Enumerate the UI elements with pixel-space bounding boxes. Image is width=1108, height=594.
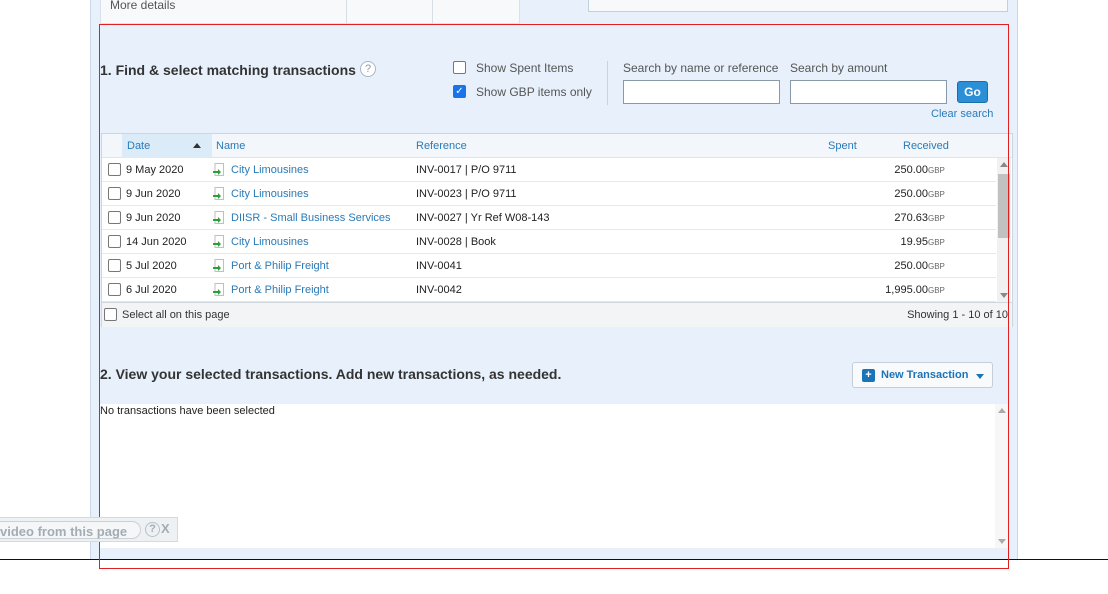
scroll-up-icon[interactable] — [1000, 162, 1008, 167]
row-checkbox[interactable] — [108, 187, 121, 200]
row-currency: GBP — [928, 286, 945, 295]
row-currency: GBP — [928, 190, 945, 199]
selected-scrollbar[interactable] — [995, 404, 1009, 548]
page: More details 1. Find & select matching t… — [0, 0, 1108, 594]
row-name-link[interactable]: City Limousines — [231, 164, 309, 176]
table-row[interactable]: 6 Jul 2020 Port & Philip Freight INV-004… — [102, 278, 996, 302]
row-date: 5 Jul 2020 — [126, 260, 177, 272]
document-arrow-icon — [213, 187, 224, 200]
search-amount-input[interactable] — [790, 80, 947, 104]
chevron-down-icon — [976, 374, 984, 379]
select-all-checkbox[interactable] — [104, 308, 117, 321]
grid-footer: Select all on this page Showing 1 - 10 o… — [102, 302, 1012, 327]
row-currency: GBP — [928, 166, 945, 175]
top-right-box — [588, 0, 1008, 12]
show-spent-label: Show Spent Items — [476, 61, 574, 75]
document-arrow-icon — [213, 283, 224, 296]
video-button-label: video from this page — [0, 524, 128, 539]
row-currency: GBP — [928, 238, 945, 247]
row-date: 6 Jul 2020 — [126, 284, 177, 296]
row-received: 1,995.00 — [885, 284, 928, 296]
row-reference: INV-0023 | P/O 9711 — [416, 188, 517, 200]
spent-column-header[interactable]: Spent — [828, 140, 857, 152]
row-reference: INV-0042 — [416, 284, 462, 296]
help-icon[interactable]: ? — [360, 61, 376, 77]
row-name-link[interactable]: DIISR - Small Business Services — [231, 212, 391, 224]
row-currency: GBP — [928, 214, 945, 223]
row-name-link[interactable]: Port & Philip Freight — [231, 260, 329, 272]
reference-column-header[interactable]: Reference — [416, 140, 467, 152]
empty-selection-text: No transactions have been selected — [100, 405, 275, 417]
video-button[interactable]: video from this page — [0, 521, 141, 539]
find-section-title: 1. Find & select matching transactions — [100, 62, 356, 78]
row-received: 19.95 — [900, 236, 928, 248]
row-reference: INV-0027 | Yr Ref W08-143 — [416, 212, 550, 224]
search-name-input[interactable] — [623, 80, 780, 104]
row-checkbox[interactable] — [108, 163, 121, 176]
show-gbp-label: Show GBP items only — [476, 85, 592, 99]
clear-search-link[interactable]: Clear search — [931, 108, 993, 120]
row-name-link[interactable]: Port & Philip Freight — [231, 284, 329, 296]
row-reference: INV-0041 — [416, 260, 462, 272]
document-arrow-icon — [213, 163, 224, 176]
row-date: 9 Jun 2020 — [126, 188, 181, 200]
column-divider — [432, 0, 433, 24]
scroll-up-icon[interactable] — [998, 408, 1006, 413]
sort-ascending-icon — [193, 143, 201, 148]
row-date: 14 Jun 2020 — [126, 236, 187, 248]
row-reference: INV-0017 | P/O 9711 — [416, 164, 517, 176]
column-divider — [346, 0, 347, 24]
document-arrow-icon — [213, 211, 224, 224]
grid-scrollbar[interactable] — [997, 158, 1011, 302]
table-row[interactable]: 9 Jun 2020 City Limousines INV-0023 | P/… — [102, 182, 996, 206]
row-date: 9 May 2020 — [126, 164, 184, 176]
document-arrow-icon — [213, 235, 224, 248]
filter-divider — [607, 61, 608, 105]
scrollbar-thumb[interactable] — [998, 174, 1010, 238]
row-currency: GBP — [928, 262, 945, 271]
row-checkbox[interactable] — [108, 259, 121, 272]
more-details-link[interactable]: More details — [110, 0, 175, 12]
close-icon[interactable]: X — [161, 521, 170, 536]
row-checkbox[interactable] — [108, 283, 121, 296]
select-all-label: Select all on this page — [122, 309, 230, 321]
row-checkbox[interactable] — [108, 235, 121, 248]
row-name-link[interactable]: City Limousines — [231, 188, 309, 200]
selected-section-title: 2. View your selected transactions. Add … — [100, 366, 562, 382]
help-icon[interactable]: ? — [145, 522, 160, 537]
go-button[interactable]: Go — [957, 81, 988, 103]
document-arrow-icon — [213, 259, 224, 272]
table-row[interactable]: 9 May 2020 City Limousines INV-0017 | P/… — [102, 158, 996, 182]
selected-transactions-area — [99, 404, 1009, 548]
table-row[interactable]: 14 Jun 2020 City Limousines INV-0028 | B… — [102, 230, 996, 254]
table-row[interactable]: 5 Jul 2020 Port & Philip Freight INV-004… — [102, 254, 996, 278]
transactions-grid: Date Name Reference Spent Received 9 May… — [101, 133, 1013, 327]
video-toolbar: video from this page ? X — [0, 517, 178, 542]
table-row[interactable]: 9 Jun 2020 DIISR - Small Business Servic… — [102, 206, 996, 230]
show-gbp-checkbox[interactable]: ✓ — [453, 85, 466, 98]
row-checkbox[interactable] — [108, 211, 121, 224]
scroll-down-icon[interactable] — [1000, 293, 1008, 298]
row-received: 250.00 — [894, 188, 928, 200]
plus-icon: + — [862, 369, 875, 382]
row-received: 270.63 — [894, 212, 928, 224]
showing-count: Showing 1 - 10 of 10 — [907, 309, 1008, 321]
grid-header: Date Name Reference Spent Received — [102, 134, 1012, 158]
row-received: 250.00 — [894, 260, 928, 272]
row-reference: INV-0028 | Book — [416, 236, 496, 248]
search-amount-label: Search by amount — [790, 61, 888, 75]
new-transaction-button[interactable]: + New Transaction — [852, 362, 993, 388]
received-column-header[interactable]: Received — [903, 140, 949, 152]
search-name-label: Search by name or reference — [623, 61, 779, 75]
name-column-header[interactable]: Name — [216, 140, 245, 152]
row-date: 9 Jun 2020 — [126, 212, 181, 224]
row-received: 250.00 — [894, 164, 928, 176]
date-column-header[interactable]: Date — [127, 140, 150, 152]
row-name-link[interactable]: City Limousines — [231, 236, 309, 248]
scroll-down-icon[interactable] — [998, 539, 1006, 544]
show-spent-checkbox[interactable] — [453, 61, 466, 74]
divider-line — [0, 559, 1108, 560]
new-transaction-label: New Transaction — [881, 369, 969, 381]
